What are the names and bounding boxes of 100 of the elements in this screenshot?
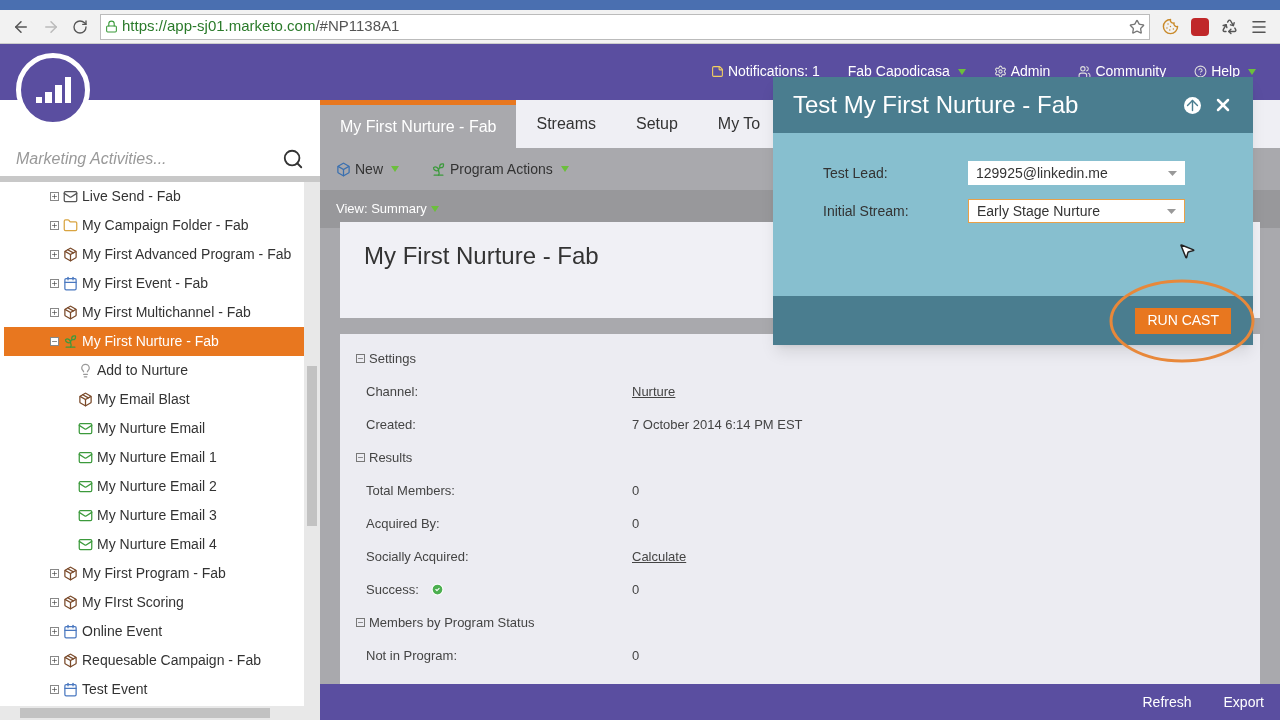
- caret-icon: [1167, 208, 1176, 214]
- package-icon: [63, 247, 78, 262]
- field-label: Success:: [366, 580, 419, 599]
- footer-button[interactable]: Export: [1223, 691, 1264, 713]
- dropdown[interactable]: Early Stage Nurture: [968, 199, 1185, 223]
- note-icon: [710, 65, 724, 78]
- package-icon: [63, 566, 78, 581]
- header-link[interactable]: Notifications: 1: [710, 61, 820, 82]
- field-value: 0: [632, 481, 640, 500]
- tree-item[interactable]: My FIrst Scoring: [4, 588, 304, 617]
- search-field[interactable]: Marketing Activities...: [16, 147, 282, 171]
- extension-icon[interactable]: [1191, 17, 1209, 36]
- cursor-icon: [1178, 242, 1196, 260]
- collapse-icon[interactable]: [356, 354, 365, 363]
- package-icon: [78, 392, 93, 407]
- email-icon: [78, 479, 93, 494]
- collapse-icon[interactable]: [356, 618, 365, 627]
- url-host: https://app-sj01.marketo.com: [122, 16, 316, 37]
- tree-item[interactable]: Online Event: [4, 617, 304, 646]
- tree-item[interactable]: My Email Blast: [4, 385, 304, 414]
- expand-icon[interactable]: [50, 279, 59, 288]
- toolbar-button[interactable]: New: [336, 158, 399, 180]
- header-link[interactable]: Admin: [993, 61, 1051, 82]
- search-icon[interactable]: [282, 148, 304, 170]
- tab[interactable]: Streams: [516, 100, 617, 148]
- dropdown[interactable]: 129925@linkedin.me: [968, 161, 1185, 185]
- bookmark-star-icon[interactable]: [1129, 18, 1145, 35]
- expand-icon[interactable]: [50, 598, 59, 607]
- field-value: 0: [632, 646, 640, 665]
- tab[interactable]: Setup: [616, 100, 698, 148]
- collapse-icon[interactable]: [356, 453, 365, 462]
- field-value: 0: [632, 514, 640, 533]
- toolbar-button[interactable]: Program Actions: [431, 158, 569, 180]
- tree-item[interactable]: Requesable Campaign - Fab: [4, 646, 304, 675]
- tree-item[interactable]: Test Event: [4, 675, 304, 704]
- email-icon: [78, 508, 93, 523]
- footer-button[interactable]: Refresh: [1142, 691, 1192, 713]
- field-label: Channel:: [366, 382, 419, 401]
- tree-item[interactable]: My First Multichannel - Fab: [4, 298, 304, 327]
- tree-item[interactable]: My First Advanced Program - Fab: [4, 240, 304, 269]
- tree-item[interactable]: Live Send - Fab: [4, 182, 304, 211]
- value-link[interactable]: Nurture: [632, 381, 676, 402]
- tree-item[interactable]: My Nurture Email 2: [4, 472, 304, 501]
- tree-item[interactable]: My Nurture Email 4: [4, 530, 304, 559]
- lightbulb-icon: [78, 363, 93, 378]
- folder-icon: [63, 218, 78, 233]
- expand-icon[interactable]: [50, 221, 59, 230]
- tree-item[interactable]: My Nurture Email 3: [4, 501, 304, 530]
- sprout-icon: [63, 334, 78, 349]
- expand-icon[interactable]: [50, 627, 59, 636]
- expand-icon[interactable]: [50, 308, 59, 317]
- header-link[interactable]: Community: [1078, 61, 1167, 82]
- tree-item[interactable]: My First Event - Fab: [4, 269, 304, 298]
- tree-item[interactable]: My Nurture Email: [4, 414, 304, 443]
- header-link[interactable]: Help: [1194, 61, 1256, 82]
- email-icon: [78, 537, 93, 552]
- reload-icon[interactable]: [72, 18, 88, 35]
- field-label: Created:: [366, 415, 416, 434]
- tree-item[interactable]: My Campaign Folder - Fab: [4, 211, 304, 240]
- tree-item[interactable]: My Nurture Email 1: [4, 443, 304, 472]
- calendar-icon: [63, 682, 78, 697]
- collapse-icon[interactable]: [50, 337, 59, 346]
- program-title: My First Nurture - Fab: [364, 241, 599, 271]
- caret-icon: [560, 166, 569, 172]
- sprout-icon: [431, 161, 446, 177]
- email-icon: [78, 450, 93, 465]
- field-label: Not in Program:: [366, 646, 458, 665]
- email-icon: [78, 421, 93, 436]
- help-icon: [1194, 65, 1208, 78]
- expand-icon[interactable]: [50, 250, 59, 259]
- expand-icon[interactable]: [50, 656, 59, 665]
- section-title: Results: [369, 448, 413, 467]
- field-label: Initial Stream:: [823, 201, 910, 221]
- caret-icon: [391, 166, 399, 172]
- expand-icon[interactable]: [50, 192, 59, 201]
- calendar-icon: [63, 276, 78, 291]
- field-value: 0: [632, 580, 640, 599]
- header-link[interactable]: Fab Capodicasa: [847, 61, 966, 82]
- horizontal-scrollbar[interactable]: [0, 706, 320, 720]
- caret-icon: [1248, 68, 1256, 75]
- value-link[interactable]: Calculate: [632, 546, 687, 567]
- scrollbar[interactable]: [304, 182, 320, 706]
- field-label: Test Lead:: [823, 163, 889, 183]
- gear-icon: [993, 65, 1007, 78]
- package-icon: [63, 305, 78, 320]
- cookie-icon[interactable]: [1162, 18, 1179, 35]
- dialog-title: Test My First Nurture - Fab: [793, 90, 1080, 120]
- section-title: Settings: [369, 349, 416, 368]
- field-label: Total Members:: [366, 481, 455, 500]
- expand-icon[interactable]: [50, 685, 59, 694]
- calendar-icon: [63, 624, 78, 639]
- caret-icon: [1168, 170, 1177, 176]
- address-bar[interactable]: https://app-sj01.marketo.com/#NP1138A1: [100, 13, 1150, 40]
- tree-item[interactable]: Add to Nurture: [4, 356, 304, 385]
- url-path: /#NP1138A1: [315, 16, 400, 37]
- package-icon: [63, 653, 78, 668]
- expand-icon[interactable]: [50, 569, 59, 578]
- recycle-icon[interactable]: [1221, 18, 1238, 35]
- caret-icon: [957, 68, 966, 75]
- tree-item[interactable]: My First Program - Fab: [4, 559, 304, 588]
